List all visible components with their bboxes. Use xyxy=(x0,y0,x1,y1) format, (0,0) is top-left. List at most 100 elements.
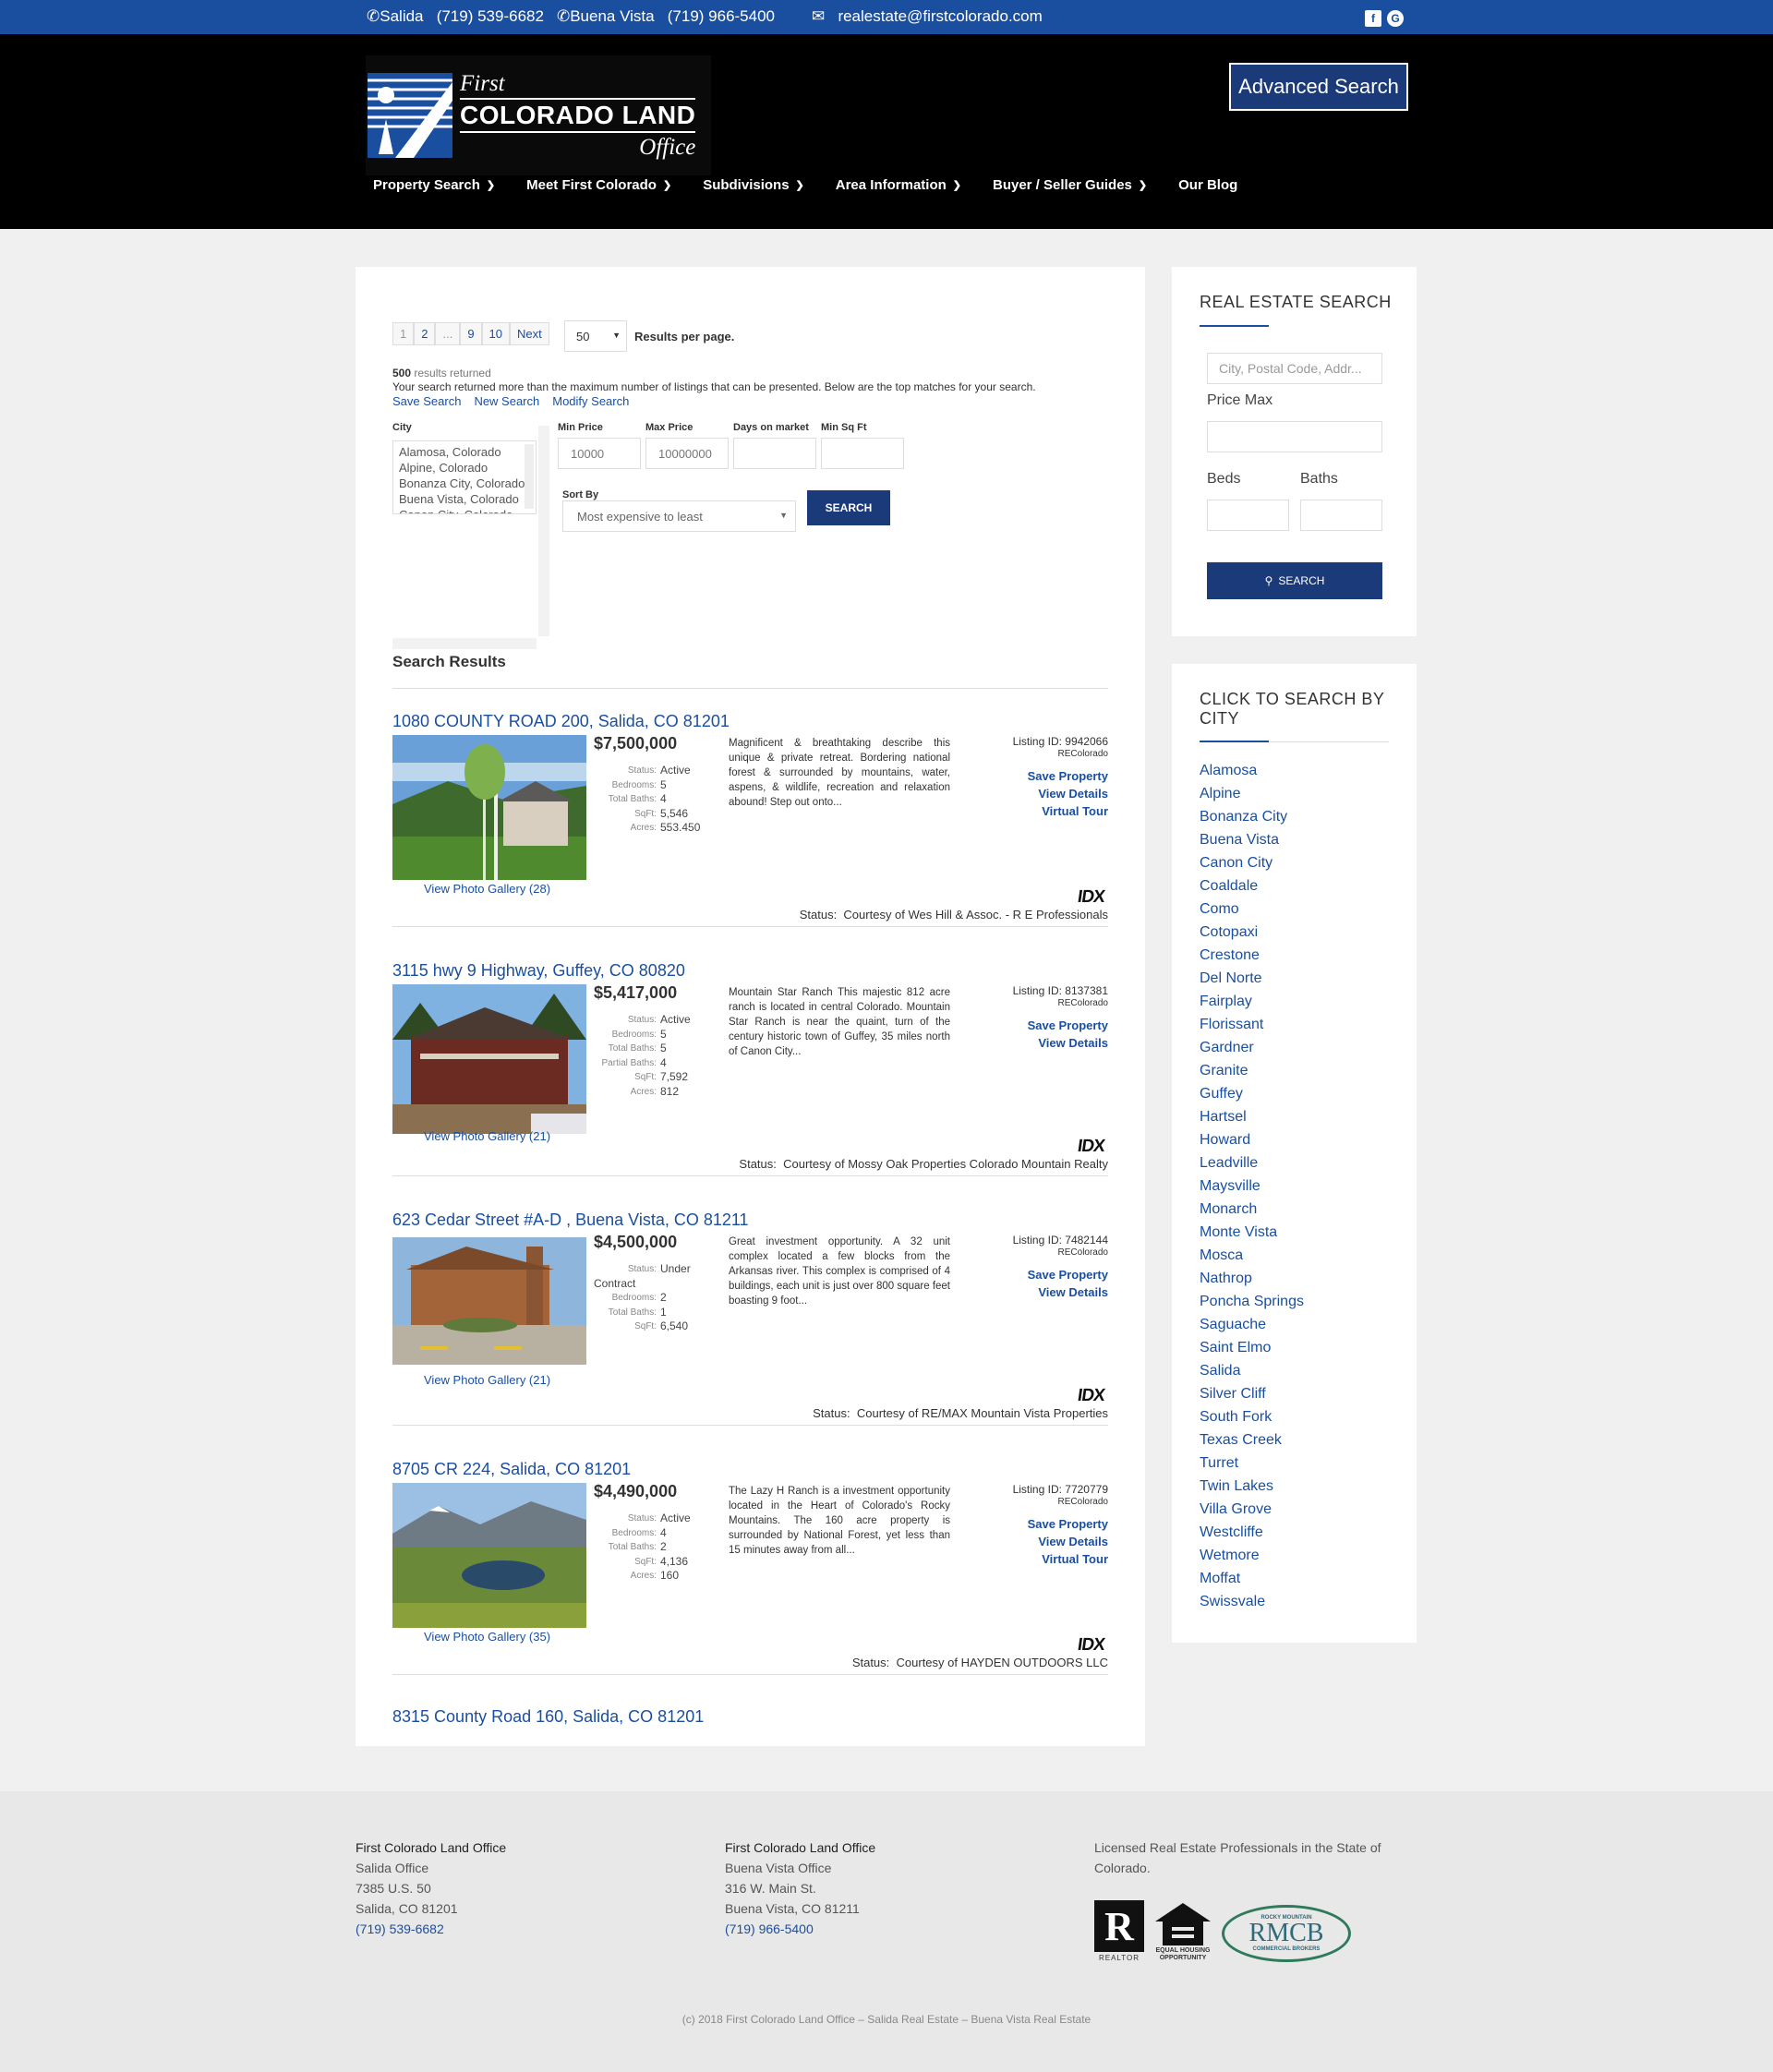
photo-gallery-link[interactable]: View Photo Gallery (35) xyxy=(424,1630,550,1644)
city-option[interactable]: Buena Vista, Colorado xyxy=(399,491,530,507)
city-link[interactable]: Saint Elmo xyxy=(1200,1336,1304,1359)
page-1[interactable]: 1 xyxy=(392,322,415,345)
price-max-input[interactable] xyxy=(1207,421,1382,452)
city-link[interactable]: Crestone xyxy=(1200,944,1304,967)
city-link[interactable]: Moffat xyxy=(1200,1567,1304,1590)
page-9[interactable]: 9 xyxy=(460,322,482,345)
nav-subdivisions[interactable]: Subdivisions ❯ xyxy=(703,177,804,193)
view-details-link[interactable]: View Details xyxy=(1028,1533,1108,1550)
city-link[interactable]: Mosca xyxy=(1200,1244,1304,1267)
listing-photo[interactable] xyxy=(392,984,586,1134)
city-link[interactable]: Buena Vista xyxy=(1200,828,1304,851)
city-link[interactable]: Como xyxy=(1200,897,1304,921)
view-details-link[interactable]: View Details xyxy=(1028,1034,1108,1052)
nav-property-search[interactable]: Property Search ❯ xyxy=(373,177,495,193)
page-next[interactable]: Next xyxy=(510,322,549,345)
email-contact[interactable]: ✉ realestate@firstcolorado.com xyxy=(812,7,1043,26)
city-link[interactable]: Monte Vista xyxy=(1200,1221,1304,1244)
city-link[interactable]: Bonanza City xyxy=(1200,805,1304,828)
photo-gallery-link[interactable]: View Photo Gallery (21) xyxy=(424,1373,550,1387)
page-2[interactable]: 2 xyxy=(414,322,436,345)
city-option[interactable]: Alpine, Colorado xyxy=(399,460,530,476)
footer-phone-link[interactable]: (719) 539-6682 xyxy=(356,1921,444,1936)
city-link[interactable]: Del Norte xyxy=(1200,967,1304,990)
save-property-link[interactable]: Save Property xyxy=(1028,1515,1108,1533)
city-option[interactable]: Bonanza City, Colorado xyxy=(399,476,530,491)
virtual-tour-link[interactable]: Virtual Tour xyxy=(1028,1550,1108,1568)
city-link[interactable]: Coaldale xyxy=(1200,874,1304,897)
site-logo[interactable]: First COLORADO LAND Office xyxy=(366,55,711,175)
city-link[interactable]: Leadville xyxy=(1200,1151,1304,1175)
city-link[interactable]: Granite xyxy=(1200,1059,1304,1082)
city-option[interactable]: Alamosa, Colorado xyxy=(399,444,530,460)
photo-gallery-link[interactable]: View Photo Gallery (21) xyxy=(424,1129,550,1143)
max-price-input[interactable]: 10000000 xyxy=(645,438,729,469)
city-link[interactable]: Canon City xyxy=(1200,851,1304,874)
modify-search-link[interactable]: Modify Search xyxy=(552,394,629,408)
save-search-link[interactable]: Save Search xyxy=(392,394,461,408)
city-search-input[interactable]: City, Postal Code, Addr... xyxy=(1207,353,1382,384)
save-property-link[interactable]: Save Property xyxy=(1028,1017,1108,1034)
city-link[interactable]: Texas Creek xyxy=(1200,1428,1304,1452)
city-link[interactable]: Fairplay xyxy=(1200,990,1304,1013)
min-price-input[interactable]: 10000 xyxy=(558,438,641,469)
beds-input[interactable] xyxy=(1207,500,1289,531)
city-link[interactable]: Hartsel xyxy=(1200,1105,1304,1128)
city-link[interactable]: Swissvale xyxy=(1200,1590,1304,1613)
nav-buyer-seller-guides[interactable]: Buyer / Seller Guides ❯ xyxy=(993,177,1147,193)
city-link[interactable]: Saguache xyxy=(1200,1313,1304,1336)
view-details-link[interactable]: View Details xyxy=(1028,1283,1108,1301)
city-multiselect[interactable]: Alamosa, Colorado Alpine, Colorado Bonan… xyxy=(392,440,537,514)
horizontal-scrollbar[interactable] xyxy=(392,638,537,649)
filter-search-button[interactable]: SEARCH xyxy=(807,490,890,525)
city-link[interactable]: Monarch xyxy=(1200,1198,1304,1221)
vertical-scrollbar[interactable] xyxy=(538,426,549,636)
city-link[interactable]: Silver Cliff xyxy=(1200,1382,1304,1405)
listing-title[interactable]: 1080 COUNTY ROAD 200, Salida, CO 81201 xyxy=(392,712,730,731)
city-link[interactable]: Maysville xyxy=(1200,1175,1304,1198)
sort-by-select[interactable]: Most expensive to least ▼ xyxy=(562,500,796,532)
save-property-link[interactable]: Save Property xyxy=(1028,1266,1108,1283)
city-link[interactable]: Turret xyxy=(1200,1452,1304,1475)
listing-photo[interactable] xyxy=(392,1237,586,1365)
listing-title[interactable]: 8315 County Road 160, Salida, CO 81201 xyxy=(392,1707,704,1727)
salida-contact[interactable]: ✆Salida (719) 539-6682 xyxy=(367,7,544,26)
results-per-page-select[interactable]: 50 ▼ xyxy=(564,320,627,352)
city-link[interactable]: Gardner xyxy=(1200,1036,1304,1059)
city-link[interactable]: Florissant xyxy=(1200,1013,1304,1036)
city-link[interactable]: Twin Lakes xyxy=(1200,1475,1304,1498)
new-search-link[interactable]: New Search xyxy=(474,394,539,408)
baths-input[interactable] xyxy=(1300,500,1382,531)
view-details-link[interactable]: View Details xyxy=(1028,785,1108,802)
buena-vista-contact[interactable]: ✆Buena Vista (719) 966-5400 xyxy=(557,7,775,26)
city-link[interactable]: Alamosa xyxy=(1200,759,1304,782)
google-plus-icon[interactable]: G xyxy=(1387,10,1404,27)
city-link[interactable]: Howard xyxy=(1200,1128,1304,1151)
min-sqft-input[interactable] xyxy=(821,438,904,469)
city-link[interactable]: Wetmore xyxy=(1200,1544,1304,1567)
nav-meet-first-colorado[interactable]: Meet First Colorado ❯ xyxy=(526,177,671,193)
city-list-scrollbar[interactable] xyxy=(525,444,534,509)
footer-phone-link[interactable]: (719) 966-5400 xyxy=(725,1921,814,1936)
photo-gallery-link[interactable]: View Photo Gallery (28) xyxy=(424,882,550,896)
listing-title[interactable]: 3115 hwy 9 Highway, Guffey, CO 80820 xyxy=(392,961,685,981)
city-link[interactable]: Salida xyxy=(1200,1359,1304,1382)
save-property-link[interactable]: Save Property xyxy=(1028,767,1108,785)
city-link[interactable]: Westcliffe xyxy=(1200,1521,1304,1544)
virtual-tour-link[interactable]: Virtual Tour xyxy=(1028,802,1108,820)
city-link[interactable]: South Fork xyxy=(1200,1405,1304,1428)
city-link[interactable]: Alpine xyxy=(1200,782,1304,805)
city-link[interactable]: Guffey xyxy=(1200,1082,1304,1105)
nav-area-information[interactable]: Area Information ❯ xyxy=(836,177,961,193)
facebook-icon[interactable]: f xyxy=(1365,10,1381,27)
nav-our-blog[interactable]: Our Blog xyxy=(1178,177,1237,193)
city-link[interactable]: Villa Grove xyxy=(1200,1498,1304,1521)
days-on-market-input[interactable] xyxy=(733,438,816,469)
city-link[interactable]: Nathrop xyxy=(1200,1267,1304,1290)
listing-photo[interactable] xyxy=(392,735,586,880)
listing-title[interactable]: 623 Cedar Street #A-D , Buena Vista, CO … xyxy=(392,1211,749,1230)
city-option[interactable]: Canon City, Colorado xyxy=(399,507,530,513)
city-link[interactable]: Poncha Springs xyxy=(1200,1290,1304,1313)
advanced-search-button[interactable]: Advanced Search xyxy=(1229,63,1408,111)
listing-photo[interactable] xyxy=(392,1483,586,1628)
